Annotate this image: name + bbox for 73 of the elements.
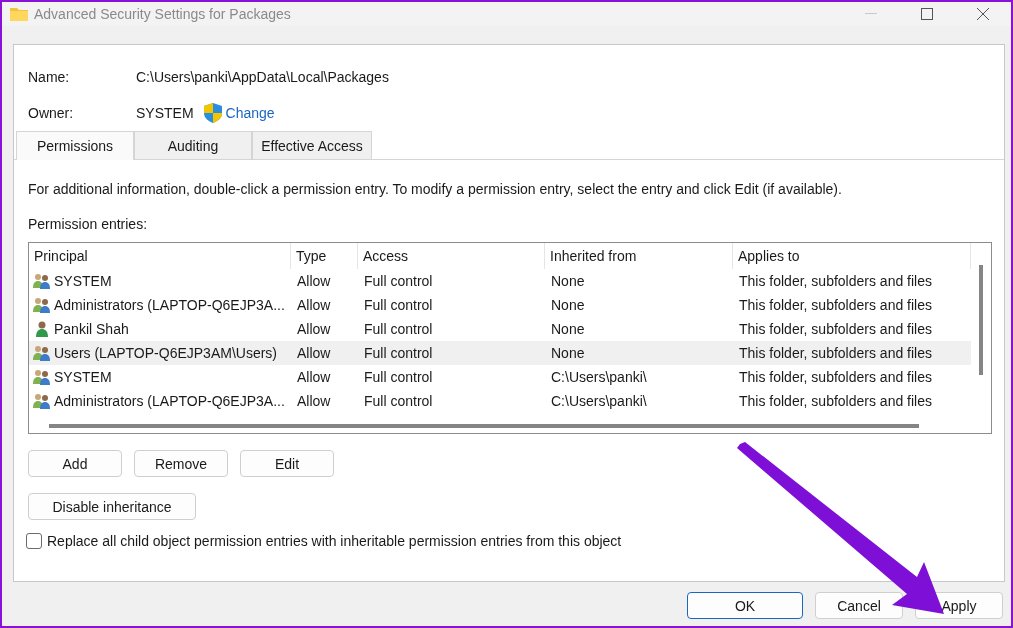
entries-label: Permission entries: (28, 216, 149, 232)
minimize-icon (865, 13, 877, 15)
table-cell-text: None (550, 321, 586, 337)
table-cell: SYSTEM (54, 273, 112, 289)
maximize-icon (921, 8, 933, 20)
entry-button[interactable]: Remove (134, 450, 228, 477)
column-header[interactable]: Inherited from (545, 243, 733, 269)
user-icon (33, 321, 51, 337)
close-icon (977, 8, 989, 20)
user-group-icon (33, 345, 51, 361)
table-cell: Users (LAPTOP-Q6EJP3AM\Users) (54, 345, 277, 361)
table-cell-text: C:\Users\panki\ (550, 369, 648, 385)
table-cell-text: Allow (296, 369, 332, 385)
table-cell-text: Full control (363, 345, 434, 361)
shield-icon (203, 103, 222, 123)
table-row[interactable]: SYSTEM Allow Full control None This folder, subfolders and files (29, 269, 971, 293)
table-cell: Pankil Shah (54, 321, 129, 337)
table-cell-text: None (550, 297, 586, 313)
table-row[interactable]: Administrators (LAPTOP-Q6EJP3A... Allow Full control None This folder, subfolders and files (29, 293, 971, 317)
tab[interactable]: Effective Access (252, 131, 372, 159)
table-cell-text: Allow (296, 393, 332, 409)
table-cell-text: This folder, subfolders and files (738, 345, 933, 361)
checkbox[interactable] (26, 533, 42, 549)
vertical-scrollbar[interactable] (979, 265, 983, 375)
table-cell-text: Allow (296, 273, 332, 289)
table-cell-text: This folder, subfolders and files (738, 297, 933, 313)
table-cell-text: This folder, subfolders and files (738, 393, 933, 409)
column-header[interactable]: Principal (29, 243, 291, 269)
table-cell: Administrators (LAPTOP-Q6EJP3A... (54, 393, 285, 409)
table-cell-text: None (550, 345, 586, 361)
table-cell-text: C:\Users\panki\ (550, 393, 648, 409)
dialog-button[interactable]: OK (687, 592, 803, 619)
column-header[interactable]: Type (291, 243, 358, 269)
tab[interactable]: Permissions (16, 131, 134, 160)
entry-button[interactable]: Add (28, 450, 122, 477)
owner-label: Owner: (28, 105, 75, 121)
user-group-icon (33, 369, 51, 385)
user-group-icon (33, 297, 51, 313)
table-cell-text: This folder, subfolders and files (738, 321, 933, 337)
name-value: C:\Users\panki\AppData\Local\Packages (136, 69, 389, 85)
info-text: For additional information, double-click a permission entry. To modify a permission entry, select the entry and click Edit (if available). (28, 181, 843, 197)
table-cell-text: Full control (363, 369, 434, 385)
change-link[interactable]: Change (225, 105, 275, 121)
column-header[interactable]: Applies to (733, 243, 971, 269)
table-cell-text: Allow (296, 345, 332, 361)
table-cell-text: This folder, subfolders and files (738, 273, 933, 289)
table-cell-text: Full control (363, 393, 434, 409)
table-row[interactable]: SYSTEM Allow Full control C:\Users\panki\ This folder, subfolders and files (29, 365, 971, 389)
owner-value: SYSTEM (136, 105, 194, 121)
entry-button[interactable]: Edit (240, 450, 334, 477)
horizontal-scrollbar[interactable] (49, 424, 919, 428)
table-cell-text: None (550, 273, 586, 289)
name-label: Name: (28, 69, 71, 85)
table-cell-text: This folder, subfolders and files (738, 369, 933, 385)
window-title: Advanced Security Settings for Packages (34, 6, 292, 22)
disable-inheritance-button[interactable]: Disable inheritance (28, 493, 196, 520)
table-row[interactable]: Administrators (LAPTOP-Q6EJP3A... Allow Full control C:\Users\panki\ This folder, subfolders and files (29, 389, 971, 413)
table-cell: Administrators (LAPTOP-Q6EJP3A... (54, 297, 285, 313)
table-cell-text: Allow (296, 321, 332, 337)
table-cell-text: Allow (296, 297, 332, 313)
tab[interactable]: Auditing (134, 131, 252, 159)
column-header[interactable]: Access (358, 243, 545, 269)
table-cell-text: Full control (363, 321, 434, 337)
table-row[interactable]: Users (LAPTOP-Q6EJP3AM\Users) Allow Full control None This folder, subfolders and files (29, 341, 971, 365)
checkbox-label: Replace all child object permission entries with inheritable permission entries from this object (47, 533, 622, 549)
table-cell-text: Full control (363, 273, 434, 289)
user-group-icon (33, 273, 51, 289)
user-group-icon (33, 393, 51, 409)
folder-icon (10, 7, 28, 21)
table-row[interactable]: Pankil Shah Allow Full control None This folder, subfolders and files (29, 317, 971, 341)
table-cell: SYSTEM (54, 369, 112, 385)
table-cell-text: Full control (363, 297, 434, 313)
dialog-button[interactable]: Cancel (815, 592, 903, 619)
